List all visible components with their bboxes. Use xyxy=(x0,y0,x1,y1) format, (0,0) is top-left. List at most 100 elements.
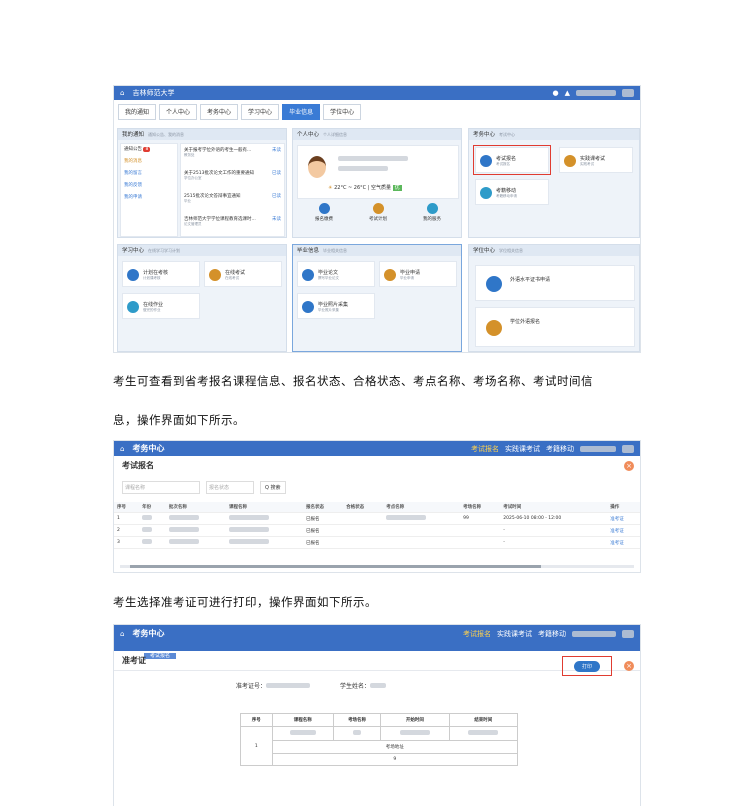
online-homework-card[interactable]: 在线作业 做完的作业 xyxy=(122,293,200,319)
graduation-panel-title: 毕业信息 xyxy=(297,248,320,254)
close-icon[interactable]: × xyxy=(624,461,634,471)
print-button[interactable]: 打印 xyxy=(574,661,601,672)
degree-language-card[interactable]: 学位外语报名 xyxy=(475,307,635,347)
graduation-panel: 毕业信息 毕业相关信息 毕业论文 撰写毕业论文 毕业申请 毕业申请 毕业照片采集 毕业照… xyxy=(292,244,462,352)
personal-panel: 个人中心 个人详细信息 ☀ 22°C ~ 26°C | 空气质量 优 报名缴费 考… xyxy=(292,128,462,238)
page-title: 考试报名 xyxy=(122,461,154,470)
notice-item[interactable]: 吉林师范大学学位课程教育选课时... 论文管理员 未读 xyxy=(184,216,281,239)
paragraph: 考生可查看到省考报名课程信息、报名状态、合格状态、考点名称、考场名称、考试时间信 xyxy=(113,374,593,388)
practice-icon xyxy=(564,155,576,167)
exam-plan-button[interactable]: 考试计划 xyxy=(369,203,387,235)
practical-exam-card[interactable]: 实践课考试 实践考试 xyxy=(559,147,633,173)
exam-panel-title: 考务中心 xyxy=(473,132,496,138)
my-services-button[interactable]: 我的服务 xyxy=(423,203,441,235)
portal-screenshot: ⌂ 吉林师范大学 ● ▲ 我的通知 个人中心 考务中心 学习中心 毕业信息 学位… xyxy=(113,85,641,353)
notice-item[interactable]: 关于报考学位外语的考生一般有... 教务处 未读 xyxy=(184,147,281,170)
avatar[interactable] xyxy=(622,444,634,453)
photo-collection-card[interactable]: 毕业照片采集 毕业照片采集 xyxy=(297,293,375,319)
menu-item-feedback[interactable]: 我的反馈 xyxy=(124,180,177,192)
tab-degree[interactable]: 学位中心 xyxy=(323,104,362,120)
tab-graduation[interactable]: 毕业信息 xyxy=(282,104,321,120)
tab-notice[interactable]: 我的通知 xyxy=(118,104,157,120)
university-name: 吉林师范大学 xyxy=(132,89,175,97)
plan-assessment-card[interactable]: 计划在考核 计划课考核 xyxy=(122,261,200,287)
thesis-card[interactable]: 毕业论文 撰写毕业论文 xyxy=(297,261,375,287)
nav-exam-registration[interactable]: 考试报名 xyxy=(471,444,499,454)
tab-exam[interactable]: 考务中心 xyxy=(200,104,239,120)
tab-personal[interactable]: 个人中心 xyxy=(159,104,198,120)
paragraph: 考生选择准考证可进行打印，操作界面如下所示。 xyxy=(113,595,377,609)
study-panel-hint: 在线学习学习计划 xyxy=(148,248,181,253)
breadcrumb[interactable]: 考试报名 xyxy=(144,653,177,659)
nav-record-transfer[interactable]: 考籍移动 xyxy=(546,444,574,454)
degree-panel-title: 学位中心 xyxy=(473,248,496,254)
home-icon[interactable]: ⌂ xyxy=(120,89,124,97)
student-name-label: 学生姓名： xyxy=(340,683,371,690)
nav-record-transfer[interactable]: 考籍移动 xyxy=(538,629,566,639)
notice-item[interactable]: 2515批次论文答辩事宜通知 毕业 已读 xyxy=(184,193,281,216)
notice-panel: 我的通知 通知公告、我的消息 通知公告 8 我的消息 我的留言 我的反馈 我的申请… xyxy=(117,128,287,238)
horizontal-scrollbar[interactable] xyxy=(120,565,634,568)
menu-item-comments[interactable]: 我的留言 xyxy=(124,168,177,180)
nav-practical-exam[interactable]: 实践课考试 xyxy=(505,444,540,454)
student-info-redacted xyxy=(338,156,408,161)
help-icon[interactable]: ● xyxy=(553,89,559,97)
table-header: 序号 课程名称 考场名称 开始时间 结束时间 xyxy=(240,713,519,727)
status-select[interactable]: 报名状态 xyxy=(206,481,254,494)
avatar[interactable] xyxy=(622,629,634,638)
app-title: 考务中心 xyxy=(132,444,165,453)
study-panel-title: 学习中心 xyxy=(122,248,145,254)
graduation-apply-card[interactable]: 毕业申请 毕业申请 xyxy=(379,261,457,287)
admission-topbar: ⌂ 考务中心 考试报名 实践课考试 考籍移动 xyxy=(114,625,640,642)
personal-panel-title: 个人中心 xyxy=(297,132,320,138)
bell-icon[interactable]: ▲ xyxy=(565,89,570,97)
search-button[interactable]: Q 搜索 xyxy=(260,481,286,494)
weather: ☀ 22°C ~ 26°C | 空气质量 优 xyxy=(328,185,402,191)
admission-table: 序号 课程名称 考场名称 开始时间 结束时间 1 考场地址 9 xyxy=(240,713,519,766)
thesis-icon xyxy=(302,269,314,281)
table-row: 9 xyxy=(241,753,519,766)
admission-screenshot: ⌂ 考务中心 考试报名 实践课考试 考籍移动 考试报名 准考证 打印 × 准考证… xyxy=(113,624,641,806)
admission-ticket-link[interactable]: 准考证 xyxy=(607,512,640,525)
avatar[interactable] xyxy=(622,89,634,97)
graduation-panel-hint: 毕业相关信息 xyxy=(323,248,348,253)
admission-ticket-link[interactable]: 准考证 xyxy=(607,524,640,537)
exam-topbar: ⌂ 考务中心 考试报名 实践课考试 考籍移动 xyxy=(114,441,640,456)
user-icon xyxy=(384,269,396,281)
payment-button[interactable]: 报名缴费 xyxy=(315,203,333,235)
notice-menu: 通知公告 8 我的消息 我的留言 我的反馈 我的申请 xyxy=(120,143,178,237)
tab-study[interactable]: 学习中心 xyxy=(241,104,280,120)
portal-topbar: ⌂ 吉林师范大学 ● ▲ xyxy=(114,86,640,100)
table-row: 2 已报名 - 准考证 xyxy=(114,524,640,537)
nav-exam-registration[interactable]: 考试报名 xyxy=(463,629,491,639)
admission-ticket-link[interactable]: 准考证 xyxy=(607,536,640,549)
menu-item-messages[interactable]: 我的消息 xyxy=(124,156,177,168)
menu-item-notice[interactable]: 通知公告 8 xyxy=(124,144,177,156)
table-row: 考场地址 xyxy=(241,740,519,754)
avatar xyxy=(308,156,326,178)
book-icon xyxy=(486,320,502,336)
home-icon[interactable]: ⌂ xyxy=(120,445,124,453)
language-certificate-card[interactable]: 外语水平证书申请 xyxy=(475,265,635,301)
home-icon[interactable]: ⌂ xyxy=(120,630,124,638)
personal-actions: 报名缴费 考试计划 我的服务 xyxy=(297,203,459,235)
course-name-input[interactable]: 课程名称 xyxy=(122,481,200,494)
menu-item-applications[interactable]: 我的申请 xyxy=(124,192,177,204)
table-row: 1 已报名 99 2025-06-10 08:00 - 12:00 准考证 xyxy=(114,512,640,525)
record-transfer-card[interactable]: 考籍移动 考籍移动申请 xyxy=(475,179,549,205)
nav-practical-exam[interactable]: 实践课考试 xyxy=(497,629,532,639)
close-icon[interactable]: × xyxy=(624,661,634,671)
personal-panel-hint: 个人详细信息 xyxy=(323,132,348,137)
highlight-box xyxy=(473,145,551,175)
student-info-redacted xyxy=(338,166,388,171)
air-quality-badge: 优 xyxy=(392,185,402,191)
online-exam-card[interactable]: 在线考试 在线考试 xyxy=(204,261,282,287)
table-row: 1 xyxy=(240,726,519,766)
exam-table: 序号 年份 批次名称 课程名称 报名状态 合格状态 考点名称 考场名称 考试时间 操作 1 … xyxy=(114,502,640,549)
paragraph: 息，操作界面如下所示。 xyxy=(113,413,245,427)
app-title: 考务中心 xyxy=(132,629,165,638)
notice-item[interactable]: 关于2513批次论文工作的重要通知 学位办公室 已读 xyxy=(184,170,281,193)
site-value: 9 xyxy=(271,753,519,766)
profile-card: ☀ 22°C ~ 26°C | 空气质量 优 xyxy=(297,145,459,199)
breadcrumb-bar: 考试报名 xyxy=(114,642,640,659)
